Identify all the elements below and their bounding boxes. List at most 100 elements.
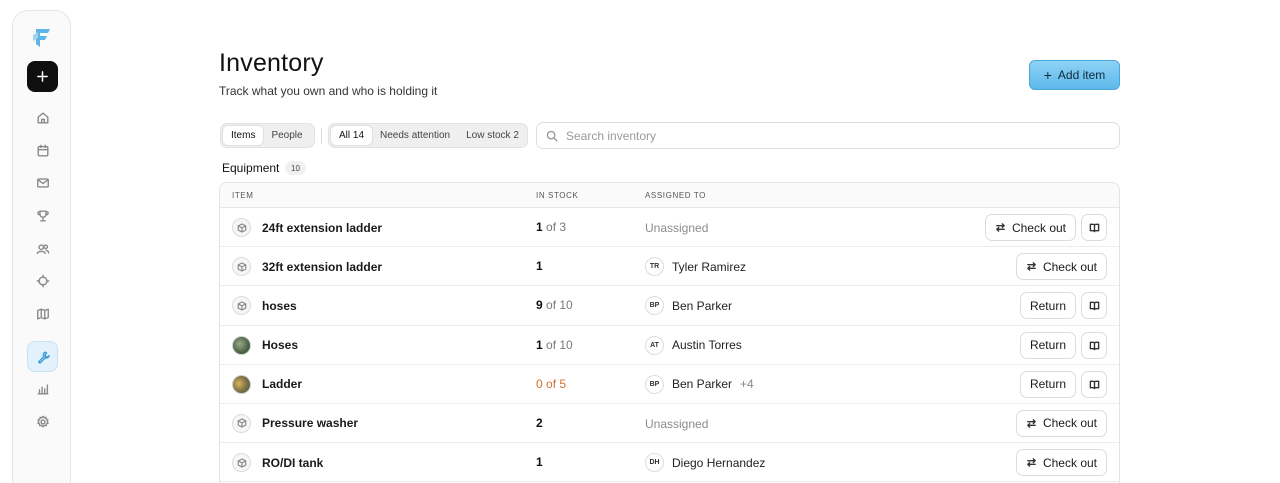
tab-people[interactable]: People	[263, 126, 310, 145]
item-cell: Hoses	[232, 335, 298, 355]
item-name[interactable]: RO/DI tank	[262, 456, 323, 470]
log-button[interactable]	[1081, 214, 1107, 241]
stock-cell: 2	[536, 416, 543, 430]
item-cell: 24ft extension ladder	[232, 218, 382, 237]
item-photo	[232, 374, 251, 394]
stock-cell: 1	[536, 259, 543, 273]
home-icon	[36, 111, 49, 124]
stock-total: of 3	[542, 220, 567, 234]
settings-icon	[36, 415, 49, 428]
action-label: Check out	[1042, 259, 1097, 274]
assignee-extra-count: +4	[740, 377, 754, 392]
filter-low-stock[interactable]: Low stock 2	[458, 126, 527, 145]
map-icon	[36, 307, 49, 320]
assignee-name[interactable]: Tyler Ramirez	[672, 260, 746, 274]
row-actions: Check out	[1015, 449, 1107, 477]
nav-settings[interactable]	[27, 406, 58, 437]
swap-icon	[1026, 261, 1037, 272]
log-button[interactable]	[1081, 331, 1107, 359]
assignee-name[interactable]: Austin Torres	[672, 338, 742, 352]
item-photo	[232, 335, 251, 355]
trophy-icon	[36, 209, 49, 222]
unassigned-label: Unassigned	[645, 416, 709, 431]
item-name[interactable]: Pressure washer	[262, 416, 358, 430]
table-row[interactable]: hoses 9 of 10 BP Ben Parker Return	[220, 286, 1119, 326]
table-row[interactable]: Hoses 1 of 10 AT Austin Torres Return	[220, 326, 1119, 365]
filter-toggle: All 14 Needs attention Low stock 2	[328, 123, 528, 148]
nav-target[interactable]	[27, 265, 58, 296]
assignee-name[interactable]: Ben Parker	[672, 377, 732, 391]
assignee-cell: DH Diego Hernandez	[645, 453, 765, 473]
book-icon	[1089, 300, 1100, 311]
search-input[interactable]	[566, 128, 1106, 143]
row-actions: Return	[1019, 331, 1107, 359]
box-icon	[232, 296, 251, 316]
calendar-icon	[36, 144, 49, 157]
nav-users[interactable]	[27, 233, 58, 264]
nav-equipment[interactable]	[27, 341, 58, 372]
log-button[interactable]	[1081, 292, 1107, 320]
row-actions: Check out	[984, 214, 1107, 241]
return-button[interactable]: Return	[1019, 370, 1076, 398]
row-actions: Check out	[1015, 253, 1107, 281]
return-button[interactable]: Return	[1019, 331, 1076, 359]
check-out-button[interactable]: Check out	[1015, 449, 1107, 477]
add-item-button[interactable]: + Add item	[1029, 60, 1120, 90]
item-name[interactable]: Ladder	[262, 377, 302, 391]
book-icon	[1089, 340, 1100, 351]
tab-items[interactable]: Items	[223, 126, 264, 145]
stock-count: 1	[536, 259, 543, 274]
swap-icon	[995, 222, 1006, 233]
unassigned-label: Unassigned	[645, 221, 709, 235]
item-name[interactable]: 32ft extension ladder	[262, 260, 382, 274]
add-item-label: Add item	[1057, 68, 1106, 82]
toolbar-divider	[321, 128, 322, 144]
nav-mail[interactable]	[27, 167, 58, 198]
nav-trophy[interactable]	[27, 200, 58, 231]
avatar: BP	[645, 374, 664, 394]
item-name[interactable]: Hoses	[262, 338, 298, 352]
section-count-badge: 10	[285, 161, 306, 175]
ff-logo-icon[interactable]	[30, 26, 54, 50]
item-name[interactable]: 24ft extension ladder	[262, 221, 382, 235]
item-cell: Ladder	[232, 374, 302, 394]
assignee-name[interactable]: Ben Parker	[672, 299, 732, 313]
assignee-cell: AT Austin Torres	[645, 335, 742, 355]
stock-cell: 0 of 5	[536, 377, 566, 391]
check-out-button[interactable]: Check out	[984, 214, 1076, 241]
view-toggle: Items People	[220, 123, 315, 148]
assignee-name[interactable]: Diego Hernandez	[672, 456, 765, 470]
bar-chart-icon	[36, 383, 49, 395]
log-button[interactable]	[1081, 370, 1107, 398]
nav-calendar[interactable]	[27, 135, 58, 166]
wrench-icon	[37, 350, 50, 364]
table-row[interactable]: Pressure washer 2 Unassigned Check out	[220, 404, 1119, 444]
item-cell: Pressure washer	[232, 413, 358, 433]
box-icon	[232, 218, 251, 237]
table-row[interactable]: 32ft extension ladder 1 TR Tyler Ramirez Che…	[220, 247, 1119, 287]
item-cell: 32ft extension ladder	[232, 257, 382, 277]
return-button[interactable]: Return	[1019, 292, 1076, 320]
table-row[interactable]: RO/DI tank 1 DH Diego Hernandez Check out	[220, 443, 1119, 483]
table-body: 24ft extension ladder 1 of 3 Unassigned Che…	[220, 208, 1119, 483]
box-icon	[232, 453, 251, 473]
nav-map[interactable]	[27, 298, 58, 329]
stock-count: 1	[536, 455, 543, 470]
stock-cell: 1	[536, 455, 543, 469]
table-row[interactable]: 24ft extension ladder 1 of 3 Unassigned Che…	[220, 208, 1119, 248]
new-button[interactable]	[27, 61, 58, 92]
table-header: ITEM IN STOCK ASSIGNED TO	[220, 183, 1119, 208]
page-title: Inventory	[219, 49, 324, 77]
table-row[interactable]: Ladder 0 of 5 BP Ben Parker +4 Return	[220, 365, 1119, 404]
filter-all[interactable]: All 14	[331, 126, 373, 145]
nav-reports[interactable]	[27, 373, 58, 404]
check-out-button[interactable]: Check out	[1015, 409, 1107, 437]
check-out-button[interactable]: Check out	[1015, 253, 1107, 281]
assignee-cell: BP Ben Parker	[645, 296, 732, 316]
target-icon	[36, 274, 49, 287]
item-name[interactable]: hoses	[262, 299, 297, 313]
avatar: BP	[645, 296, 664, 316]
filter-needs-attention[interactable]: Needs attention	[372, 126, 458, 145]
nav-home[interactable]	[27, 102, 58, 133]
search-box	[536, 122, 1120, 149]
